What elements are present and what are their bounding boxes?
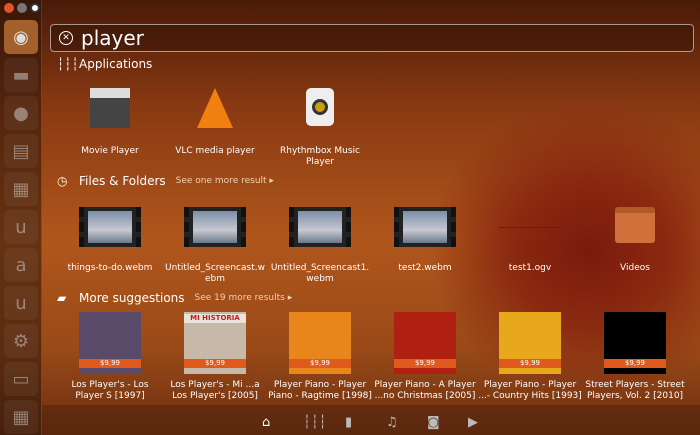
app-vlc[interactable]: VLC media player	[163, 88, 267, 157]
suggestion-label: Player Piano - Player Piano - Ragtime [1…	[268, 380, 372, 401]
launcher: ◉ ▬ ● ▤ ▦ u a u ⚙ ▭ ▦	[0, 0, 42, 435]
settings-icon[interactable]: ⚙	[4, 324, 38, 358]
folder-icon[interactable]: ▬	[4, 58, 38, 92]
suggestion-label: Player Piano - Player ...- Country Hits …	[478, 380, 582, 401]
vlc-cone-icon	[197, 88, 233, 128]
video-thumbnail	[289, 207, 351, 247]
ubuntu-one-icon[interactable]: u	[4, 210, 38, 244]
album-cover: $9,99	[79, 312, 141, 374]
suggestion-item[interactable]: $9,99 Player Piano - Player ...- Country …	[478, 312, 582, 402]
file-label: things-to-do.webm	[67, 263, 153, 273]
see-more-files-link[interactable]: See one more result ▸	[176, 176, 274, 186]
price-badge: $9,99	[499, 359, 561, 368]
file-item[interactable]: test1.ogv	[478, 207, 582, 274]
document-icon[interactable]: ▤	[4, 134, 38, 168]
applications-lens-icon[interactable]: ┆┆┆	[303, 415, 326, 430]
file-item[interactable]: Untitled_Screencast1.webm	[268, 207, 372, 285]
price-badge: $9,99	[394, 359, 456, 368]
music-lens-icon[interactable]: ♫	[386, 415, 398, 430]
suggestions-header: ▰ More suggestions See 19 more results ▸	[57, 291, 292, 305]
ubuntu-dash-button[interactable]: ◉	[4, 20, 38, 54]
files-header: ◷ Files & Folders See one more result ▸	[57, 174, 274, 188]
terminal-icon[interactable]: ▭	[4, 362, 38, 396]
close-button[interactable]	[4, 3, 14, 13]
album-cover: $9,99	[604, 312, 666, 374]
section-title: More suggestions	[79, 291, 185, 305]
price-badge: $9,99	[79, 359, 141, 368]
suggestion-label: Los Player's - Los Player S [1997]	[71, 380, 149, 401]
clock-icon: ◷	[57, 174, 68, 188]
file-label: test2.webm	[398, 263, 452, 273]
amazon-icon[interactable]: a	[4, 248, 38, 282]
speaker-icon	[306, 88, 334, 126]
album-cover: $9,99	[394, 312, 456, 374]
price-badge: $9,99	[604, 359, 666, 368]
search-input[interactable]	[81, 26, 641, 50]
app-label: Rhythmbox Music Player	[279, 146, 361, 167]
software-center-icon[interactable]: u	[4, 286, 38, 320]
firefox-icon[interactable]: ●	[4, 96, 38, 130]
applications-lens-icon: ┆┆┆	[57, 57, 79, 71]
album-cover: $9,99	[289, 312, 351, 374]
suggestion-label: Los Player's - Mi ...a Los Player's [200…	[170, 380, 260, 401]
suggestion-label: Player Piano - A Player ...no Christmas …	[374, 380, 476, 401]
app-label: Movie Player	[81, 146, 139, 156]
shopping-bag-icon: ▰	[57, 291, 67, 305]
app-label: VLC media player	[175, 146, 255, 156]
clear-search-icon[interactable]: ✕	[59, 31, 73, 45]
video-thumbnail	[79, 207, 141, 247]
lens-bar: ⌂ ┆┆┆ ▮ ♫ ◙ ▶	[42, 405, 700, 435]
file-label: test1.ogv	[508, 263, 552, 273]
home-lens-icon[interactable]: ⌂	[262, 415, 270, 430]
files-lens-icon[interactable]: ▮	[345, 415, 352, 430]
file-label: Untitled_Screencast1.webm	[270, 263, 370, 284]
app-rhythmbox[interactable]: Rhythmbox Music Player	[268, 88, 372, 168]
video-lens-icon[interactable]: ▶	[468, 415, 478, 430]
suggestion-item[interactable]: $9,99 Player Piano - Player Piano - Ragti…	[268, 312, 372, 402]
applications-header: ┆┆┆ Applications	[57, 57, 152, 71]
app-movie-player[interactable]: Movie Player	[58, 88, 162, 157]
suggestion-item[interactable]: $9,99 Street Players - Street Players, Vo…	[583, 312, 687, 402]
maximize-button[interactable]	[30, 3, 40, 13]
section-title: Applications	[79, 57, 153, 71]
workspaces-icon[interactable]: ▦	[4, 400, 38, 434]
album-cover: MI HISTORIA $9,99	[184, 312, 246, 374]
file-item[interactable]: test2.webm	[373, 207, 477, 274]
file-label: Videos	[620, 263, 650, 273]
price-badge: $9,99	[184, 359, 246, 368]
photos-lens-icon[interactable]: ◙	[427, 415, 440, 430]
suggestion-item[interactable]: $9,99 Player Piano - A Player ...no Chris…	[373, 312, 477, 402]
search-box[interactable]: ✕	[50, 24, 694, 52]
clapperboard-icon	[90, 88, 130, 128]
suggestion-item[interactable]: MI HISTORIA $9,99 Los Player's - Mi ...a L…	[163, 312, 267, 402]
files-icon[interactable]: ▦	[4, 172, 38, 206]
folder-item[interactable]: Videos	[583, 207, 687, 274]
audio-waveform-icon	[499, 226, 561, 228]
video-thumbnail	[394, 207, 456, 247]
suggestion-label: Street Players - Street Players, Vol. 2 …	[585, 380, 685, 401]
videos-folder-icon	[615, 207, 655, 243]
file-label: Untitled_Screencast.webm	[165, 263, 265, 284]
minimize-button[interactable]	[17, 3, 27, 13]
price-badge: $9,99	[289, 359, 351, 368]
album-cover: $9,99	[499, 312, 561, 374]
video-thumbnail	[184, 207, 246, 247]
file-item[interactable]: things-to-do.webm	[58, 207, 162, 274]
section-title: Files & Folders	[79, 174, 166, 188]
file-item[interactable]: Untitled_Screencast.webm	[163, 207, 267, 285]
cover-title: MI HISTORIA	[184, 314, 246, 323]
see-more-suggestions-link[interactable]: See 19 more results ▸	[195, 293, 293, 303]
suggestion-item[interactable]: $9,99 Los Player's - Los Player S [1997]	[58, 312, 162, 402]
